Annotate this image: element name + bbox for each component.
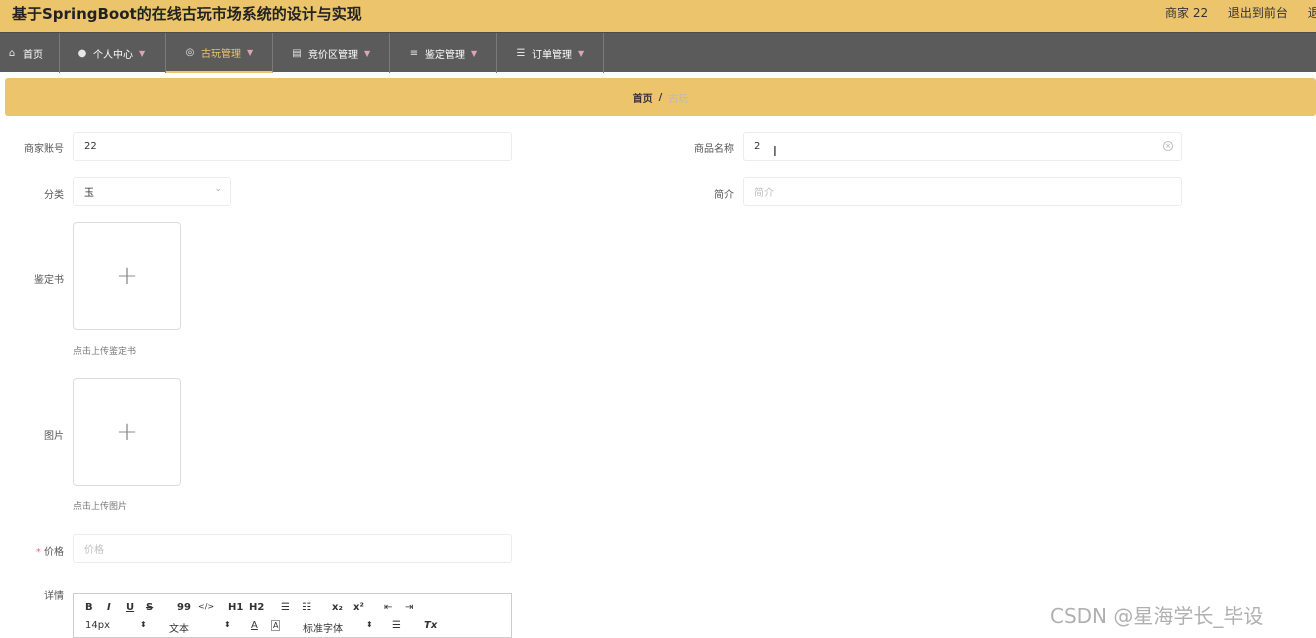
certificate-upload[interactable]: + xyxy=(73,222,181,330)
certificate-label: 鉴定书 xyxy=(34,275,64,286)
nav-item-personal-center[interactable]: ● 个人中心 ▼ xyxy=(60,33,166,73)
block-type-select[interactable]: 文本 xyxy=(169,620,189,635)
merchant-account-label: 商家账号 xyxy=(24,144,64,155)
nav-item-antique-management[interactable]: ◎ 古玩管理 ▼ xyxy=(166,33,273,73)
clipboard-icon: ▤ xyxy=(292,47,302,59)
chevron-down-icon: ▼ xyxy=(471,48,478,58)
nav-item-order-management[interactable]: ☰ 订单管理 ▼ xyxy=(497,33,604,73)
font-family-select[interactable]: 标准字体 xyxy=(303,620,343,635)
home-icon: ⌂ xyxy=(8,47,16,59)
sort-arrows-icon: ⬍ xyxy=(224,620,231,629)
bold-button[interactable]: B xyxy=(85,602,93,613)
nav-item-home[interactable]: ⌂ 首页 xyxy=(0,33,60,73)
plus-icon: + xyxy=(116,417,138,447)
chevron-down-icon: ⌄ xyxy=(214,184,222,194)
editor-toolbar-row-1: B I U S 99 </> H1 H2 ☰ ☷ x₂ x² ⇤ ⇥ xyxy=(74,602,511,619)
rich-text-editor[interactable]: B I U S 99 </> H1 H2 ☰ ☷ x₂ x² ⇤ ⇥ 14px … xyxy=(73,593,512,638)
breadcrumb: 首页 / 古玩 xyxy=(5,78,1316,116)
bullet-list-button[interactable]: ☷ xyxy=(302,602,311,613)
chevron-down-icon: ▼ xyxy=(364,48,371,58)
image-upload[interactable]: + xyxy=(73,378,181,486)
strike-button[interactable]: S xyxy=(146,602,153,613)
certificate-hint: 点击上传鉴定书 xyxy=(73,347,137,357)
clear-icon[interactable]: × xyxy=(1163,141,1173,151)
user-icon: ● xyxy=(77,47,87,59)
required-mark: * xyxy=(35,547,41,558)
product-name-label: 商品名称 xyxy=(694,144,734,155)
sort-arrows-icon: ⬍ xyxy=(366,620,373,629)
price-label: * 价格 xyxy=(10,543,64,558)
compass-icon: ◎ xyxy=(185,46,195,58)
merchant-account-input[interactable]: 22 xyxy=(73,132,512,161)
underline-button[interactable]: U xyxy=(126,602,134,613)
exit-to-front-link[interactable]: 退出到前台 xyxy=(1228,6,1288,20)
category-value: 玉 xyxy=(84,188,94,199)
merchant-account-value: 22 xyxy=(84,141,97,152)
sliders-icon: ☰ xyxy=(516,47,526,59)
header-actions: 商家 22 退出到前台 退出 xyxy=(1165,4,1316,21)
price-placeholder: 价格 xyxy=(84,545,104,556)
breadcrumb-home[interactable]: 首页 xyxy=(633,90,653,105)
nav-item-appraisal-management[interactable]: ≡ 鉴定管理 ▼ xyxy=(390,33,497,73)
clear-format-button[interactable]: Tx xyxy=(424,620,437,631)
chevron-down-icon: ▼ xyxy=(139,48,146,58)
align-button[interactable]: ☰ xyxy=(392,620,401,631)
font-size-select[interactable]: 14px xyxy=(85,620,110,631)
image-hint: 点击上传图片 xyxy=(73,502,128,512)
image-label: 图片 xyxy=(44,431,64,442)
app-header: 基于SpringBoot的在线古玩市场系统的设计与实现 商家 22 退出到前台 … xyxy=(0,0,1316,32)
nav-label: 古玩管理 xyxy=(201,48,241,60)
price-label-text: 价格 xyxy=(44,547,64,558)
nav-label: 鉴定管理 xyxy=(425,49,465,61)
category-label: 分类 xyxy=(44,190,64,201)
background-color-button[interactable]: A xyxy=(271,620,281,631)
nav-label: 订单管理 xyxy=(532,49,572,61)
main-nav: ⌂ 首页 ● 个人中心 ▼ ◎ 古玩管理 ▼ ▤ 竞价区管理 ▼ ≡ 鉴定管理 … xyxy=(0,32,1316,73)
detail-label: 详情 xyxy=(44,591,64,602)
subscript-button[interactable]: x₂ xyxy=(332,602,343,613)
intro-input[interactable]: 简介 xyxy=(743,177,1182,206)
code-button[interactable]: </> xyxy=(198,602,214,611)
breadcrumb-current: 古玩 xyxy=(668,93,689,105)
category-select[interactable]: 玉 ⌄ xyxy=(73,177,231,206)
quote-button[interactable]: 99 xyxy=(177,602,191,613)
h2-button[interactable]: H2 xyxy=(249,602,264,613)
plus-icon: + xyxy=(116,261,138,291)
price-input[interactable]: 价格 xyxy=(73,534,512,563)
superscript-button[interactable]: x² xyxy=(353,602,364,613)
user-label: 商家 22 xyxy=(1165,6,1209,20)
font-color-button[interactable]: A xyxy=(251,620,258,631)
nav-label: 竞价区管理 xyxy=(308,49,358,61)
app-title: 基于SpringBoot的在线古玩市场系统的设计与实现 xyxy=(12,5,362,23)
outdent-button[interactable]: ⇤ xyxy=(384,602,392,613)
chevron-down-icon: ▼ xyxy=(578,48,585,58)
sort-arrows-icon: ⬍ xyxy=(140,620,147,629)
exit-link[interactable]: 退出 xyxy=(1308,6,1316,20)
watermark: CSDN @星海学长_毕设 xyxy=(1050,604,1264,628)
ordered-list-button[interactable]: ☰ xyxy=(281,602,290,613)
breadcrumb-separator: / xyxy=(658,91,663,103)
nav-label: 个人中心 xyxy=(93,49,133,61)
product-name-input[interactable]: 2 × xyxy=(743,132,1182,161)
indent-button[interactable]: ⇥ xyxy=(405,602,413,613)
product-name-value: 2 xyxy=(754,141,761,152)
page: 基于SpringBoot的在线古玩市场系统的设计与实现 商家 22 退出到前台 … xyxy=(0,0,1316,638)
nav-item-bidding-management[interactable]: ▤ 竞价区管理 ▼ xyxy=(273,33,390,73)
italic-button[interactable]: I xyxy=(107,602,111,613)
intro-placeholder: 简介 xyxy=(754,188,774,199)
h1-button[interactable]: H1 xyxy=(228,602,243,613)
editor-toolbar-row-2: 14px ⬍ 文本 ⬍ A A 标准字体 ⬍ ☰ Tx xyxy=(74,620,511,637)
text-cursor-icon: I xyxy=(773,145,777,160)
list-icon: ≡ xyxy=(409,47,419,59)
intro-label: 简介 xyxy=(714,190,734,201)
nav-label: 首页 xyxy=(23,49,43,61)
chevron-down-icon: ▼ xyxy=(247,47,254,57)
